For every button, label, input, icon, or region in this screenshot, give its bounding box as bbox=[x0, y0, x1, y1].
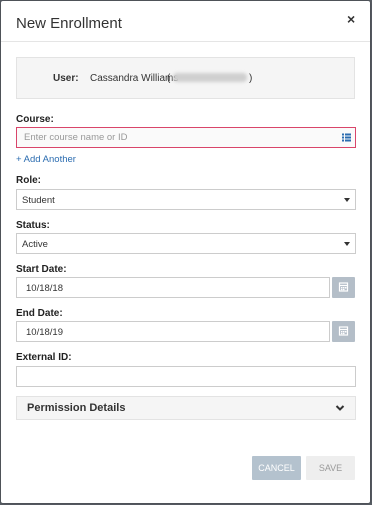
cancel-button[interactable]: CANCEL bbox=[252, 456, 301, 480]
end-date-value: 10/18/19 bbox=[26, 327, 63, 338]
course-search-input[interactable] bbox=[17, 128, 324, 147]
header-divider bbox=[1, 41, 370, 42]
chevron-down-icon bbox=[335, 405, 345, 411]
role-select[interactable]: Student bbox=[16, 189, 356, 210]
start-date-calendar-button[interactable] bbox=[332, 277, 355, 298]
start-date-label: Start Date: bbox=[16, 264, 67, 275]
end-date-label: End Date: bbox=[16, 308, 63, 319]
status-selected-value: Active bbox=[22, 239, 48, 250]
new-enrollment-dialog: New Enrollment × User: Cassandra William… bbox=[1, 1, 370, 503]
external-id-label: External ID: bbox=[16, 352, 72, 363]
list-icon[interactable] bbox=[342, 133, 351, 142]
status-label: Status: bbox=[16, 220, 50, 231]
end-date-calendar-button[interactable] bbox=[332, 321, 355, 342]
user-id-open-paren: ( bbox=[167, 73, 171, 84]
start-date-value: 10/18/18 bbox=[26, 283, 63, 294]
start-date-input[interactable]: 10/18/18 bbox=[16, 277, 330, 298]
role-label: Role: bbox=[16, 175, 41, 186]
role-selected-value: Student bbox=[22, 195, 55, 206]
course-label: Course: bbox=[16, 114, 54, 125]
user-name: Cassandra Williams bbox=[90, 73, 179, 84]
calendar-icon bbox=[338, 326, 349, 336]
add-another-course-link[interactable]: + Add Another bbox=[16, 154, 76, 165]
dialog-title: New Enrollment bbox=[16, 15, 122, 32]
permission-details-label: Permission Details bbox=[27, 402, 126, 414]
status-select[interactable]: Active bbox=[16, 233, 356, 254]
user-info-panel: User: Cassandra Williams ( ) bbox=[16, 57, 355, 99]
external-id-input[interactable] bbox=[16, 366, 356, 387]
caret-down-icon bbox=[344, 198, 350, 202]
course-field bbox=[16, 127, 356, 148]
calendar-icon bbox=[338, 282, 349, 292]
caret-down-icon bbox=[344, 242, 350, 246]
redacted-id-blur bbox=[173, 73, 247, 82]
user-id-close-paren: ) bbox=[249, 73, 253, 84]
user-id-redacted: ( ) bbox=[167, 70, 253, 84]
permission-details-toggle[interactable]: Permission Details bbox=[16, 396, 356, 420]
close-icon[interactable]: × bbox=[347, 11, 355, 27]
save-button[interactable]: SAVE bbox=[306, 456, 355, 480]
end-date-input[interactable]: 10/18/19 bbox=[16, 321, 330, 342]
user-label: User: bbox=[53, 73, 79, 84]
